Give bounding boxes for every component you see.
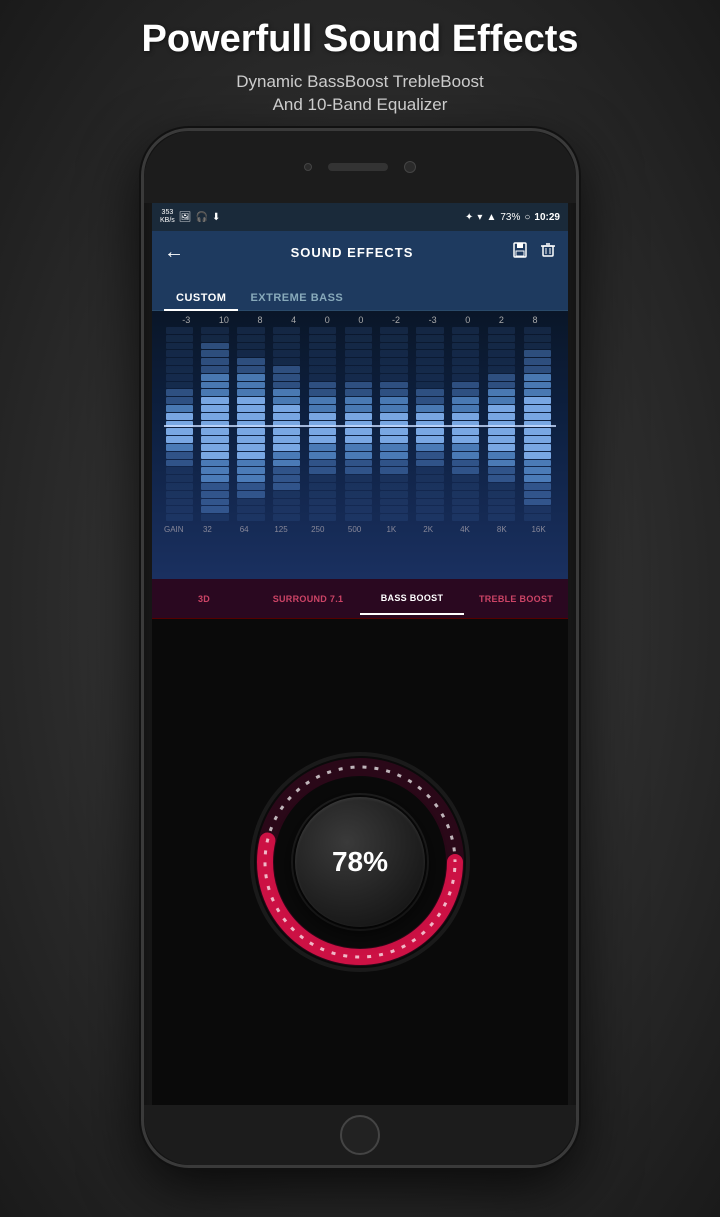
- eq-val-3: 4: [291, 315, 296, 325]
- freq-4k: 4K: [448, 525, 483, 534]
- eq-val-9: 2: [499, 315, 504, 325]
- tab-treble-boost[interactable]: TREBLE BOOST: [464, 584, 568, 614]
- freq-8k: 8K: [484, 525, 519, 534]
- tab-surround[interactable]: SURROUND 7.1: [256, 584, 360, 614]
- status-right: ✦ ▾ ▲ 73% ○ 10:29: [465, 212, 560, 223]
- eq-freq-row: GAIN 32 64 125 250 500 1K 2K 4K 8K 16K: [160, 522, 560, 537]
- app-bar-actions: [512, 242, 556, 263]
- delete-button[interactable]: [540, 242, 556, 263]
- time-display: 10:29: [534, 212, 560, 223]
- phone-screen: 353KB/s 🖼 🎧 ⬇ ✦ ▾ ▲ 73% ○ 10:29 ← SOUND …: [152, 203, 568, 1105]
- status-speed: 353KB/s: [160, 209, 175, 224]
- eq-bars-container: [160, 327, 560, 522]
- wifi-icon: ▾: [477, 212, 482, 223]
- phone-top-bezel: [144, 131, 576, 203]
- freq-500: 500: [337, 525, 372, 534]
- tab-3d[interactable]: 3D: [152, 584, 256, 614]
- phone-bottom-bezel: [144, 1105, 576, 1165]
- bass-section: 78%: [152, 619, 568, 1105]
- front-camera: [304, 163, 312, 171]
- phone-camera: [404, 161, 416, 173]
- preset-tabs: CUSTOM EXTREME BASS: [152, 273, 568, 311]
- header-subtitle: Dynamic BassBoost TrebleBoost And 10-Ban…: [0, 70, 720, 118]
- phone-speaker: [328, 163, 388, 171]
- signal-icon: ▲: [486, 212, 496, 223]
- freq-250: 250: [300, 525, 335, 534]
- headphone-icon: 🎧: [196, 212, 208, 223]
- save-button[interactable]: [512, 242, 528, 263]
- eq-val-2: 8: [258, 315, 263, 325]
- freq-16k: 16K: [521, 525, 556, 534]
- home-button[interactable]: [340, 1115, 380, 1155]
- download-icon: ⬇: [212, 212, 220, 223]
- status-bar: 353KB/s 🖼 🎧 ⬇ ✦ ▾ ▲ 73% ○ 10:29: [152, 203, 568, 231]
- header-title: Powerfull Sound Effects: [0, 18, 720, 62]
- app-bar: ← SOUND EFFECTS: [152, 231, 568, 273]
- eq-val-4: 0: [325, 315, 330, 325]
- header-section: Powerfull Sound Effects Dynamic BassBoos…: [0, 18, 720, 117]
- tab-bass-boost[interactable]: BASS BOOST: [360, 583, 464, 615]
- image-icon: 🖼: [179, 212, 192, 223]
- status-left: 353KB/s 🖼 🎧 ⬇: [160, 209, 220, 224]
- eq-val-1: 10: [219, 315, 229, 325]
- bass-boost-percentage: 78%: [332, 846, 388, 878]
- freq-2k: 2K: [411, 525, 446, 534]
- eq-val-8: 0: [465, 315, 470, 325]
- eq-values-row: -3 10 8 4 0 0 -2 -3 0 2 8: [160, 311, 560, 327]
- eq-val-10: 8: [533, 315, 538, 325]
- eq-center-line: [164, 425, 556, 427]
- freq-64: 64: [227, 525, 262, 534]
- tab-custom[interactable]: CUSTOM: [164, 286, 238, 310]
- eq-val-5: 0: [358, 315, 363, 325]
- phone-frame: 353KB/s 🖼 🎧 ⬇ ✦ ▾ ▲ 73% ○ 10:29 ← SOUND …: [141, 128, 579, 1168]
- eq-val-6: -2: [392, 315, 400, 325]
- eq-section: -3 10 8 4 0 0 -2 -3 0 2 8 GAIN 32 64: [152, 311, 568, 579]
- freq-gain: GAIN: [164, 525, 186, 534]
- effect-tabs: 3D SURROUND 7.1 BASS BOOST TREBLE BOOST: [152, 579, 568, 619]
- back-button[interactable]: ←: [164, 241, 184, 264]
- eq-val-0: -3: [182, 315, 190, 325]
- battery-level: 73%: [500, 212, 520, 223]
- bass-knob-container[interactable]: 78%: [250, 752, 470, 972]
- battery-icon: ○: [524, 212, 530, 223]
- app-bar-title: SOUND EFFECTS: [192, 245, 512, 260]
- tab-extreme-bass[interactable]: EXTREME BASS: [238, 286, 355, 310]
- freq-32: 32: [190, 525, 225, 534]
- eq-val-7: -3: [429, 315, 437, 325]
- freq-125: 125: [264, 525, 299, 534]
- knob-center: 78%: [295, 797, 425, 927]
- bluetooth-icon: ✦: [465, 212, 473, 223]
- freq-1k: 1K: [374, 525, 409, 534]
